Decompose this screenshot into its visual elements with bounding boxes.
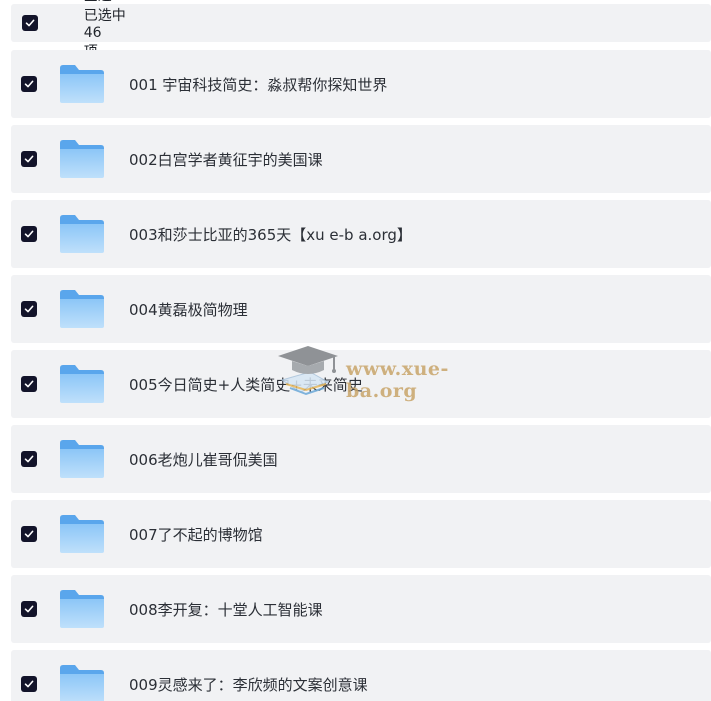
folder-row[interactable]: 005今日简史+人类简史+未来简史	[11, 350, 711, 418]
selection-header: 全选 已选中 46 项	[11, 0, 711, 60]
folder-icon	[60, 665, 104, 701]
folder-name[interactable]: 007了不起的博物馆	[129, 524, 263, 545]
folder-name[interactable]: 009灵感来了：李欣频的文案创意课	[129, 674, 368, 695]
checkmark-icon	[24, 680, 34, 688]
folder-row[interactable]: 009灵感来了：李欣频的文案创意课	[11, 650, 711, 701]
folder-row[interactable]: 006老炮儿崔哥侃美国	[11, 425, 711, 493]
folder-icon	[60, 140, 104, 178]
folder-row[interactable]: 002白宫学者黄征宇的美国课	[11, 125, 711, 193]
selected-count: 46	[83, 25, 102, 41]
folder-icon	[60, 590, 104, 628]
row-checkbox[interactable]	[21, 226, 37, 242]
checkmark-icon	[24, 155, 34, 163]
folder-name[interactable]: 003和莎士比亚的365天【xu e-b a.org】	[129, 224, 412, 245]
folder-row[interactable]: 008李开复：十堂人工智能课	[11, 575, 711, 643]
file-list-page: 全选 已选中 46 项 001 宇宙科技简史：淼叔帮你探知世界 00	[0, 0, 711, 701]
folder-name[interactable]: 006老炮儿崔哥侃美国	[129, 449, 278, 470]
checkmark-icon	[24, 605, 34, 613]
select-all-checkbox[interactable]	[22, 15, 38, 31]
folder-icon	[60, 65, 104, 103]
folder-name[interactable]: 004黄磊极简物理	[129, 299, 248, 320]
folder-row[interactable]: 007了不起的博物馆	[11, 500, 711, 568]
folder-icon	[60, 215, 104, 253]
row-checkbox[interactable]	[21, 76, 37, 92]
selected-label: 已选中	[83, 8, 126, 24]
folder-row[interactable]: 003和莎士比亚的365天【xu e-b a.org】	[11, 200, 711, 268]
row-checkbox[interactable]	[21, 676, 37, 692]
row-checkbox[interactable]	[21, 451, 37, 467]
select-all-label[interactable]: 全选	[84, 0, 112, 4]
folder-icon	[60, 290, 104, 328]
row-checkbox[interactable]	[21, 151, 37, 167]
checkmark-icon	[24, 80, 34, 88]
folder-name[interactable]: 005今日简史+人类简史+未来简史	[129, 374, 363, 395]
folder-name[interactable]: 008李开复：十堂人工智能课	[129, 599, 323, 620]
row-checkbox[interactable]	[21, 376, 37, 392]
checkmark-icon	[24, 230, 34, 238]
row-checkbox[interactable]	[21, 301, 37, 317]
folder-icon	[60, 515, 104, 553]
checkmark-icon	[25, 19, 35, 27]
folder-icon	[60, 365, 104, 403]
checkmark-icon	[24, 305, 34, 313]
row-checkbox[interactable]	[21, 526, 37, 542]
folder-name[interactable]: 002白宫学者黄征宇的美国课	[129, 149, 323, 170]
folder-row[interactable]: 001 宇宙科技简史：淼叔帮你探知世界	[11, 50, 711, 118]
row-checkbox[interactable]	[21, 601, 37, 617]
folder-name[interactable]: 001 宇宙科技简史：淼叔帮你探知世界	[129, 74, 387, 95]
folder-icon	[60, 440, 104, 478]
checkmark-icon	[24, 530, 34, 538]
checkmark-icon	[24, 380, 34, 388]
checkmark-icon	[24, 455, 34, 463]
folder-row[interactable]: 004黄磊极简物理	[11, 275, 711, 343]
